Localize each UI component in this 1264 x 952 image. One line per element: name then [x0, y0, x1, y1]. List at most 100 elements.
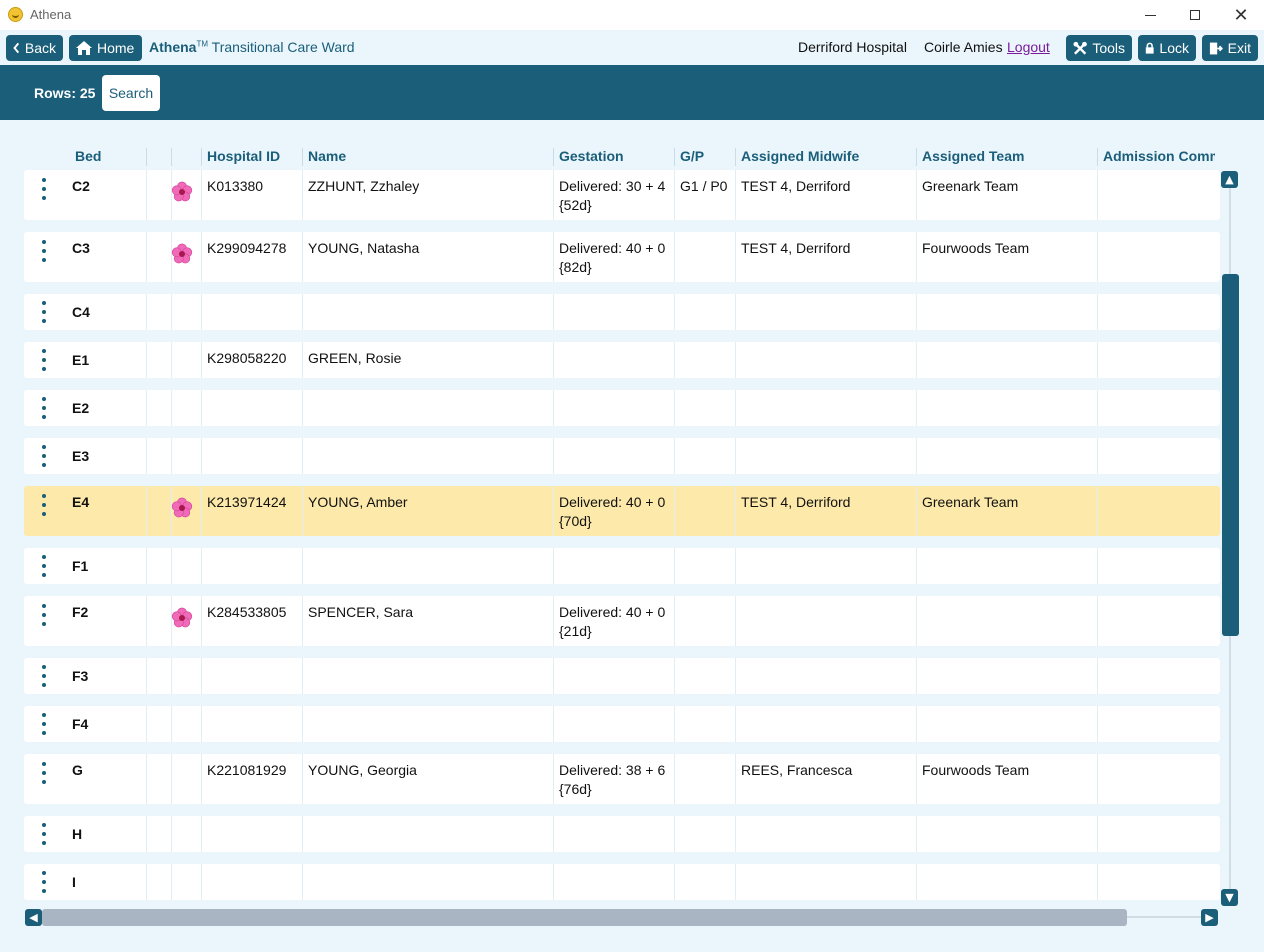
- column-header-blank-2[interactable]: [171, 148, 201, 166]
- patient-name-cell-text: YOUNG, Natasha: [308, 240, 420, 256]
- table-row[interactable]: F3: [24, 658, 1220, 694]
- row-menu-icon[interactable]: [41, 762, 47, 784]
- empty-cell: [146, 816, 171, 852]
- vertical-scrollbar[interactable]: ▲ ▼: [1221, 171, 1239, 907]
- empty-cell: [171, 438, 201, 474]
- hospital-id-cell-text: K284533805: [207, 604, 287, 620]
- column-header-gestation[interactable]: Gestation: [553, 148, 674, 166]
- scroll-left-button[interactable]: ◀: [25, 909, 42, 926]
- exit-button[interactable]: Exit: [1202, 35, 1258, 61]
- gp-cell: [674, 342, 735, 378]
- maximize-button[interactable]: [1172, 0, 1218, 30]
- scroll-up-button[interactable]: ▲: [1221, 171, 1238, 188]
- row-menu-icon[interactable]: [41, 397, 47, 419]
- column-header-assigned-team[interactable]: Assigned Team: [916, 148, 1097, 166]
- table-row[interactable]: E3: [24, 438, 1220, 474]
- empty-cell: [1097, 706, 1220, 742]
- table-row[interactable]: I: [24, 864, 1220, 900]
- back-button[interactable]: Back: [6, 35, 63, 61]
- row-count: Rows: 25: [34, 85, 96, 101]
- empty-cell: [171, 816, 201, 852]
- table-row[interactable]: C2 K013380 ZZHUNT, Zzhaley Delivered: 30 + …: [24, 170, 1220, 220]
- hospital-id-cell: [201, 658, 302, 694]
- gestation-cell: Delivered: 40 + 0 {70d}: [553, 486, 674, 536]
- bed-cell: G: [72, 762, 83, 778]
- empty-cell: [146, 232, 171, 282]
- empty-cell: [1097, 658, 1220, 694]
- logout-link[interactable]: Logout: [1007, 39, 1050, 55]
- table-row[interactable]: E4 K213971424 YOUNG, Amber Delivered: 40 + …: [24, 486, 1220, 536]
- row-menu-icon[interactable]: [41, 178, 47, 200]
- column-header-name[interactable]: Name: [302, 148, 553, 166]
- row-menu-icon[interactable]: [41, 301, 47, 323]
- team-cell: [916, 596, 1097, 646]
- row-menu-icon[interactable]: [41, 240, 47, 262]
- row-menu-icon[interactable]: [41, 494, 47, 516]
- table-row[interactable]: C3 K299094278 YOUNG, Natasha Delivered: 40 …: [24, 232, 1220, 282]
- table-row[interactable]: C4: [24, 294, 1220, 330]
- search-button[interactable]: Search: [102, 75, 160, 111]
- column-header-bed[interactable]: Bed: [70, 148, 146, 166]
- close-window-button[interactable]: ✕: [1218, 0, 1264, 30]
- gp-cell: [674, 706, 735, 742]
- horizontal-scroll-thumb[interactable]: [42, 909, 1127, 926]
- window-title-bar: Athena ✕: [0, 0, 1264, 30]
- gestation-cell-text: Delivered: 40 + 0: [559, 604, 666, 620]
- table-row[interactable]: E1 K298058220 GREEN, Rosie: [24, 342, 1220, 378]
- row-menu-icon[interactable]: [41, 665, 47, 687]
- home-button[interactable]: Home: [69, 35, 142, 61]
- row-menu-icon[interactable]: [41, 349, 47, 371]
- column-header-blank-1[interactable]: [146, 148, 171, 166]
- row-menu-icon[interactable]: [41, 445, 47, 467]
- table-row[interactable]: H: [24, 816, 1220, 852]
- empty-cell: [146, 754, 171, 804]
- bed-cell: F1: [72, 558, 89, 574]
- empty-cell: [171, 390, 201, 426]
- hospital-id-cell: [201, 816, 302, 852]
- empty-cell: [171, 864, 201, 900]
- horizontal-scrollbar[interactable]: ◀ ▶: [24, 907, 1220, 927]
- row-menu-icon[interactable]: [41, 713, 47, 735]
- table-row[interactable]: F1: [24, 548, 1220, 584]
- empty-cell: [171, 658, 201, 694]
- empty-cell: [146, 294, 171, 330]
- tools-button[interactable]: Tools: [1066, 35, 1132, 61]
- table-row[interactable]: E2: [24, 390, 1220, 426]
- table-row[interactable]: F2 K284533805 SPENCER, Sara Delivered: 40 +…: [24, 596, 1220, 646]
- vertical-scroll-thumb[interactable]: [1222, 274, 1239, 636]
- table-row[interactable]: F4: [24, 706, 1220, 742]
- bed-cell: C3: [72, 240, 90, 256]
- row-menu-icon[interactable]: [41, 871, 47, 893]
- bed-cell: E1: [72, 352, 90, 368]
- empty-cell: [146, 548, 171, 584]
- lock-button[interactable]: Lock: [1138, 35, 1196, 61]
- midwife-cell-text: TEST 4, Derriford: [741, 240, 851, 256]
- search-bar: Rows: 25 Search: [0, 65, 1264, 120]
- team-cell: [916, 816, 1097, 852]
- empty-cell: [1097, 438, 1220, 474]
- gestation-days-text: {21d}: [559, 623, 592, 639]
- gp-cell: [674, 596, 735, 646]
- column-header-gp[interactable]: G/P: [674, 148, 735, 166]
- column-header-admission-comments[interactable]: Admission Comm: [1097, 148, 1215, 166]
- row-menu-icon[interactable]: [41, 555, 47, 577]
- row-menu-icon[interactable]: [41, 604, 47, 626]
- patient-name-cell: GREEN, Rosie: [302, 342, 553, 378]
- column-header-assigned-midwife[interactable]: Assigned Midwife: [735, 148, 916, 166]
- bed-cell: F2: [72, 604, 89, 620]
- midwife-cell: [735, 658, 916, 694]
- gp-cell: [674, 754, 735, 804]
- row-menu-icon[interactable]: [41, 823, 47, 845]
- pink-flower-icon: [171, 497, 193, 518]
- table-row[interactable]: G K221081929 YOUNG, Georgia Delivered: 38 +…: [24, 754, 1220, 804]
- minimize-button[interactable]: [1127, 0, 1173, 30]
- scroll-right-button[interactable]: ▶: [1201, 909, 1218, 926]
- hospital-id-cell-text: K299094278: [207, 240, 287, 256]
- athena-logo-icon: [8, 7, 23, 22]
- midwife-cell-text: TEST 4, Derriford: [741, 494, 851, 510]
- empty-cell: [146, 658, 171, 694]
- empty-cell: [1097, 864, 1220, 900]
- scroll-down-button[interactable]: ▼: [1221, 889, 1238, 906]
- midwife-cell-text: TEST 4, Derriford: [741, 178, 851, 194]
- column-header-hospital-id[interactable]: Hospital ID: [201, 148, 302, 166]
